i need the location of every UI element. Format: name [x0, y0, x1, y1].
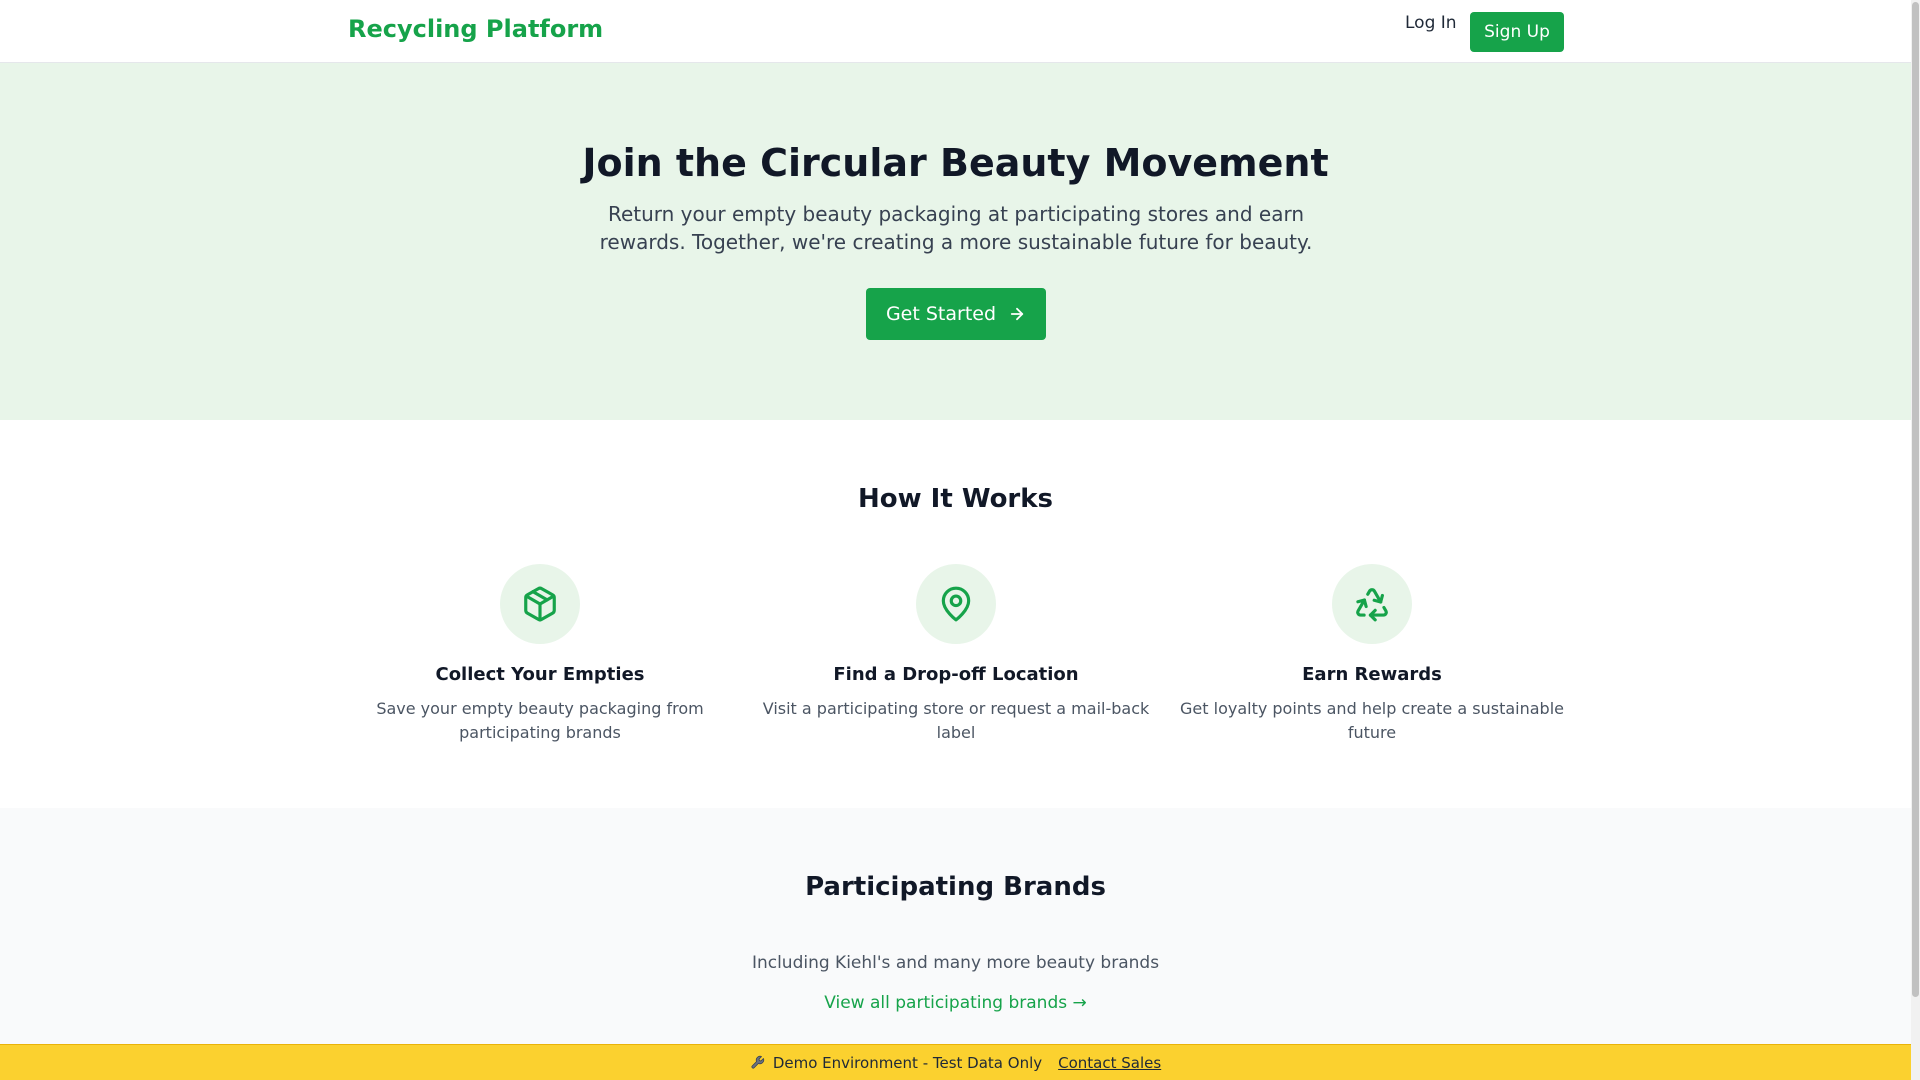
brand-logo[interactable]: Recycling Platform — [348, 15, 603, 43]
demo-banner: Demo Environment - Test Data Only Contac… — [0, 1044, 1911, 1080]
how-it-works-section: How It Works Collect Your Empties Save y… — [0, 420, 1911, 808]
arrow-right-icon — [1010, 307, 1024, 321]
page: Recycling Platform Log In Sign Up Join t… — [0, 0, 1911, 1080]
step-icon-circle — [500, 564, 580, 644]
map-pin-icon — [941, 586, 971, 622]
step-title: Collect Your Empties — [435, 664, 645, 685]
demo-banner-message: Demo Environment - Test Data Only — [750, 1054, 1042, 1072]
step-title: Find a Drop-off Location — [833, 664, 1079, 685]
hero-section: Join the Circular Beauty Movement Return… — [0, 63, 1911, 420]
step-description: Visit a participating store or request a… — [762, 699, 1150, 742]
signup-button[interactable]: Sign Up — [1470, 12, 1564, 52]
step-icon-circle — [1332, 564, 1412, 644]
step-rewards: Earn Rewards Get loyalty points and help… — [1172, 564, 1572, 764]
step-description: Get loyalty points and help create a sus… — [1180, 699, 1564, 742]
participating-brands-section: Participating Brands Including Kiehl's a… — [0, 808, 1911, 1080]
step-drop-off: Find a Drop-off Location Visit a partici… — [756, 564, 1156, 764]
step-description: Save your empty beauty packaging from pa… — [376, 699, 704, 742]
login-link[interactable]: Log In — [1405, 13, 1457, 33]
view-all-brands-link[interactable]: View all participating brands → — [824, 993, 1087, 1013]
contact-sales-link[interactable]: Contact Sales — [1058, 1054, 1161, 1072]
scrollbar-thumb[interactable] — [1912, 2, 1919, 997]
get-started-button[interactable]: Get Started — [866, 288, 1046, 340]
get-started-label: Get Started — [885, 303, 997, 325]
brands-text: Including Kiehl's and many more beauty b… — [751, 953, 1160, 973]
site-header: Recycling Platform Log In Sign Up — [0, 0, 1911, 63]
package-icon — [524, 586, 556, 622]
step-title: Earn Rewards — [1302, 664, 1442, 685]
recycle-icon — [1356, 588, 1388, 622]
demo-banner-text: Demo Environment - Test Data Only — [772, 1053, 1043, 1072]
scrollbar[interactable] — [1911, 0, 1920, 1080]
brands-link-wrapper: View all participating brands → — [0, 993, 1911, 1013]
brands-title: Participating Brands — [805, 872, 1106, 902]
wrench-icon — [751, 1055, 764, 1069]
hero-title: Join the Circular Beauty Movement — [582, 141, 1329, 185]
step-collect: Collect Your Empties Save your empty bea… — [340, 564, 740, 764]
hero-description: Return your empty beauty packaging at pa… — [599, 202, 1313, 254]
how-it-works-title: How It Works — [857, 484, 1054, 514]
step-icon-circle — [916, 564, 996, 644]
